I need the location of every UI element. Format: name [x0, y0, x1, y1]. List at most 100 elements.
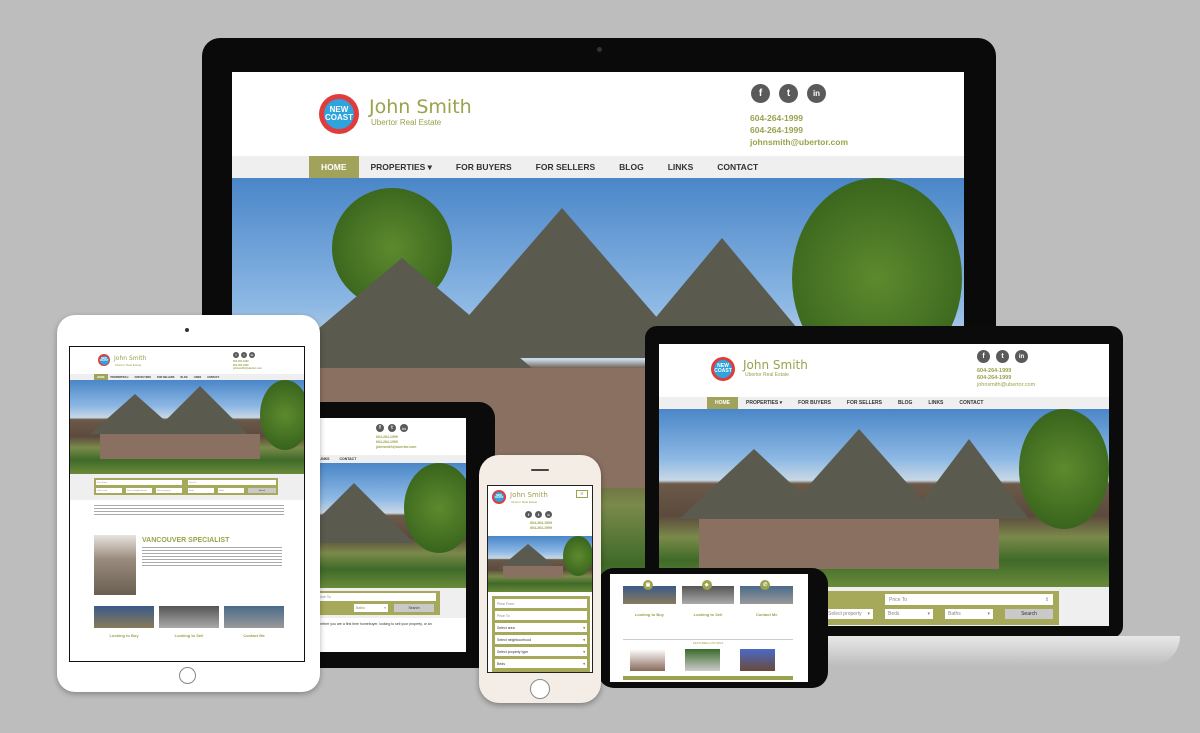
agent-name[interactable]: John Smith	[114, 355, 146, 362]
nav-properties[interactable]: PROPERTIES ▾	[738, 397, 790, 409]
agent-name[interactable]: John Smith	[510, 491, 548, 499]
search-section: Price From Price To Select area Select n…	[70, 474, 304, 500]
hamburger-menu-icon[interactable]: ≡	[576, 490, 588, 498]
nav-for-sellers[interactable]: FOR SELLERS	[839, 397, 890, 409]
linkedin-icon[interactable]: in	[545, 511, 552, 518]
nav-properties[interactable]: PROPERTIES ▾	[359, 156, 444, 178]
nav-blog[interactable]: BLOG	[890, 397, 920, 409]
linkedin-icon[interactable]: in	[249, 352, 255, 358]
phone-1[interactable]: 604-264-1999	[977, 368, 1035, 375]
baths-select[interactable]: Baths ▾	[354, 604, 388, 612]
portrait-phone-device: NEW COAST John Smith Ubertor Real Estate…	[479, 455, 601, 703]
email-link[interactable]: johnsmith@ubertor.com	[233, 367, 262, 371]
listing-photo[interactable]	[630, 649, 665, 671]
nav-blog[interactable]: BLOG	[607, 156, 656, 178]
baths-select[interactable]: Baths	[218, 488, 244, 493]
twitter-icon[interactable]: t	[779, 84, 798, 103]
twitter-icon[interactable]: t	[241, 352, 247, 358]
beds-select[interactable]: Beds ▾	[495, 659, 587, 668]
property-type-select[interactable]: Select property ▾	[825, 609, 873, 619]
price-to-input[interactable]: Price To	[495, 611, 587, 620]
card-looking-to-buy[interactable]: ▣ Looking to Buy	[623, 580, 676, 634]
site-header: NEW COAST John Smith Ubertor Real Estate…	[232, 72, 964, 156]
contact-block: 604-264-1999 604-264-1999	[488, 521, 592, 531]
neighbourhood-label: Select neighbourhood	[127, 489, 147, 492]
area-select[interactable]: Select area ▾	[495, 623, 587, 632]
logo[interactable]: NEW COAST	[98, 354, 110, 366]
white-tablet-device: NEW COAST John Smith Ubertor Real Estate…	[57, 315, 320, 692]
card-looking-to-sell[interactable]: Looking to Sell	[159, 606, 219, 656]
facebook-icon[interactable]: f	[751, 84, 770, 103]
agent-name[interactable]: John Smith	[369, 96, 472, 118]
linkedin-icon[interactable]: in	[400, 424, 408, 432]
nav-links[interactable]: LINKS	[656, 156, 706, 178]
phone-1[interactable]: 604-264-1999	[750, 112, 848, 124]
nav-home[interactable]: HOME	[309, 156, 359, 178]
search-panel: Price To ⇕ Select property ▾ Beds ▾ Baths ▾ …	[823, 591, 1059, 625]
beds-select[interactable]: Beds ▾	[885, 609, 933, 619]
camera-dot	[185, 328, 189, 332]
linkedin-icon[interactable]: in	[1015, 350, 1028, 363]
nav-contact[interactable]: CONTACT	[705, 156, 770, 178]
price-to-input[interactable]: Price To	[316, 593, 436, 601]
price-from-input[interactable]: Price From	[495, 599, 587, 608]
nav-for-buyers[interactable]: FOR BUYERS	[444, 156, 524, 178]
search-button[interactable]: Search	[1005, 609, 1053, 619]
company-name: Ubertor Real Estate	[511, 500, 538, 504]
phone-2[interactable]: 604-264-1999	[488, 526, 592, 531]
home-button[interactable]	[179, 667, 196, 684]
area-label: Select area	[97, 489, 108, 492]
beds-label: Beds	[888, 611, 900, 617]
nav-for-sellers[interactable]: FOR SELLERS	[524, 156, 608, 178]
price-to-input[interactable]: Price To ⇕	[885, 594, 1053, 605]
logo[interactable]: NEW COAST	[492, 490, 506, 504]
linkedin-icon[interactable]: in	[807, 84, 826, 103]
home-button[interactable]	[530, 679, 550, 699]
twitter-icon[interactable]: t	[996, 350, 1009, 363]
facebook-icon[interactable]: f	[233, 352, 239, 358]
property-type-select[interactable]: Select property	[156, 488, 182, 493]
card-looking-to-buy[interactable]: Looking to Buy	[94, 606, 154, 656]
facebook-icon[interactable]: f	[977, 350, 990, 363]
baths-label: Baths	[219, 489, 225, 492]
nav-links[interactable]: LINKS	[920, 397, 951, 409]
logo[interactable]: NEW COAST	[711, 357, 735, 381]
phone-2[interactable]: 604-264-1999	[750, 124, 848, 136]
price-to-input[interactable]: Price To	[188, 480, 276, 485]
facebook-icon[interactable]: f	[376, 424, 384, 432]
facebook-icon[interactable]: f	[525, 511, 532, 518]
neighbourhood-select[interactable]: Select neighbourhood ▾	[495, 635, 587, 644]
nav-for-buyers[interactable]: FOR BUYERS	[790, 397, 839, 409]
agent-name[interactable]: John Smith	[743, 358, 808, 372]
card-looking-to-sell[interactable]: ◆ Looking to Sell	[681, 580, 735, 634]
beds-label: Beds	[189, 489, 194, 492]
twitter-icon[interactable]: t	[388, 424, 396, 432]
nav-home[interactable]: HOME	[707, 397, 738, 409]
neighbourhood-select[interactable]: Select neighbourhood	[126, 488, 152, 493]
search-button[interactable]: Search	[248, 488, 276, 493]
listing-photo[interactable]	[685, 649, 720, 671]
twitter-icon[interactable]: t	[535, 511, 542, 518]
email-link[interactable]: johnsmith@ubertor.com	[750, 136, 848, 148]
listing-photo[interactable]	[740, 649, 775, 671]
beds-select[interactable]: Beds	[188, 488, 214, 493]
price-from-input[interactable]: Price From	[96, 480, 182, 485]
logo[interactable]: NEW COAST	[319, 94, 359, 134]
social-links: f t in	[525, 511, 552, 518]
search-button[interactable]: Search	[394, 604, 434, 612]
nav-contact[interactable]: CONTACT	[335, 455, 362, 463]
property-type-select[interactable]: Select property type ▾	[495, 647, 587, 656]
phone-2[interactable]: 604-264-1999	[977, 375, 1035, 382]
nav-contact[interactable]: CONTACT	[951, 397, 991, 409]
logo-text: NEW COAST	[494, 492, 504, 502]
intro-paragraph	[94, 505, 284, 517]
agent-portrait	[94, 535, 136, 595]
email-link[interactable]: johnsmith@ubertor.com	[376, 445, 416, 450]
email-link[interactable]: johnsmith@ubertor.com	[977, 382, 1035, 389]
baths-select[interactable]: Baths ▾	[945, 609, 993, 619]
card-contact-me[interactable]: Contact Me	[224, 606, 284, 656]
area-select[interactable]: Select area	[96, 488, 122, 493]
dark-tablet-device: f t in 604-264-1999 604-264-1999 johnsmi…	[300, 402, 495, 668]
card-contact-me[interactable]: ✆ Contact Me	[740, 580, 794, 634]
hero-house-photo	[488, 536, 592, 592]
